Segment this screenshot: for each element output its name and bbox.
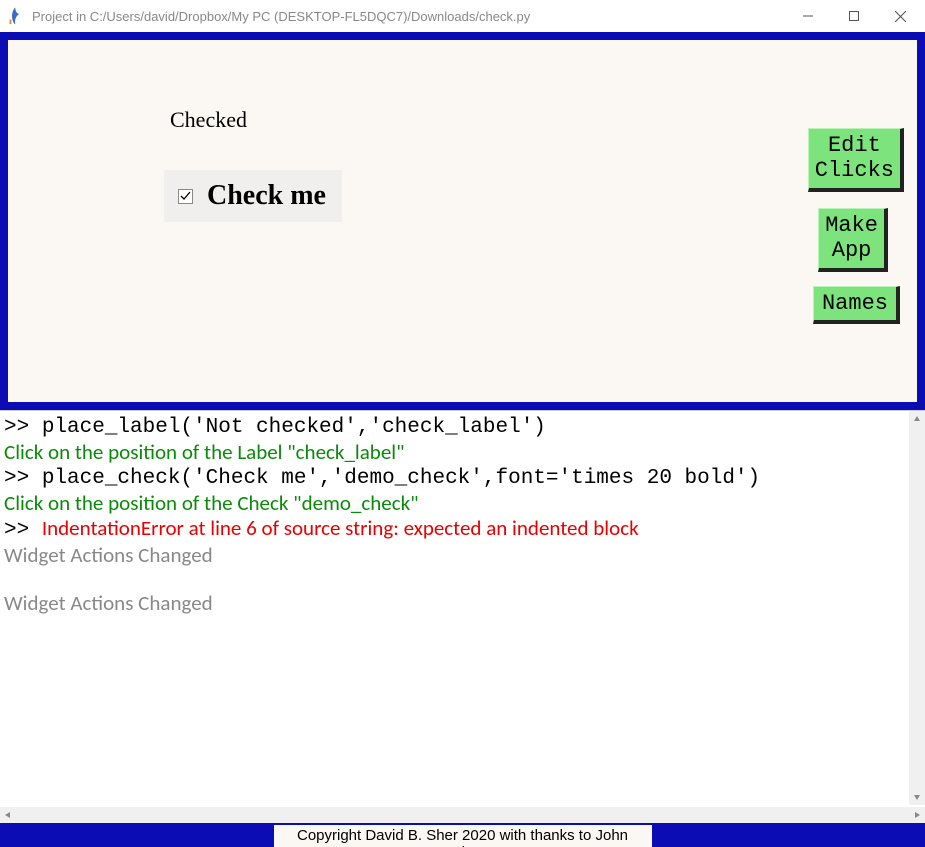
window-controls bbox=[785, 0, 923, 32]
scroll-left-icon[interactable] bbox=[0, 807, 16, 823]
vertical-scrollbar[interactable] bbox=[909, 411, 925, 805]
close-button[interactable] bbox=[877, 0, 923, 32]
console-line: >> place_label('Not checked','check_labe… bbox=[4, 413, 905, 440]
console-line: Click on the position of the Label "chec… bbox=[4, 440, 905, 464]
horizontal-scrollbar[interactable] bbox=[0, 807, 925, 823]
window-title: Project in C:/Users/david/Dropbox/My PC … bbox=[32, 9, 785, 24]
copyright-label: Copyright David B. Sher 2020 with thanks… bbox=[274, 825, 652, 847]
console-line bbox=[4, 567, 905, 591]
app-icon bbox=[6, 7, 24, 25]
names-button[interactable]: Names bbox=[813, 286, 900, 324]
console-output[interactable]: >> place_label('Not checked','check_labe… bbox=[0, 411, 909, 805]
console-area: >> place_label('Not checked','check_labe… bbox=[0, 410, 925, 823]
console-line: Widget Actions Changed bbox=[4, 543, 905, 567]
design-canvas[interactable]: Checked Check me Edit Clicks Make App Na… bbox=[8, 40, 917, 402]
make-app-button[interactable]: Make App bbox=[818, 208, 888, 272]
console-line: Click on the position of the Check "demo… bbox=[4, 491, 905, 515]
minimize-button[interactable] bbox=[785, 0, 831, 32]
titlebar: Project in C:/Users/david/Dropbox/My PC … bbox=[0, 0, 925, 32]
footer-bar: Copyright David B. Sher 2020 with thanks… bbox=[0, 823, 925, 847]
scroll-up-icon[interactable] bbox=[909, 411, 925, 427]
check-text: Check me bbox=[207, 180, 326, 212]
maximize-button[interactable] bbox=[831, 0, 877, 32]
console-line: >> place_check('Check me','demo_check',f… bbox=[4, 464, 905, 491]
console-line: Widget Actions Changed bbox=[4, 591, 905, 615]
scroll-down-icon[interactable] bbox=[909, 789, 925, 805]
edit-clicks-button[interactable]: Edit Clicks bbox=[808, 128, 904, 192]
scroll-right-icon[interactable] bbox=[909, 807, 925, 823]
check-widget[interactable]: Check me bbox=[164, 170, 342, 222]
console-line: >> IndentationError at line 6 of source … bbox=[4, 516, 905, 543]
client-area: Checked Check me Edit Clicks Make App Na… bbox=[0, 32, 925, 847]
check-label: Checked bbox=[170, 107, 247, 133]
canvas-frame: Checked Check me Edit Clicks Make App Na… bbox=[0, 32, 925, 410]
checkbox-icon[interactable] bbox=[178, 189, 193, 204]
